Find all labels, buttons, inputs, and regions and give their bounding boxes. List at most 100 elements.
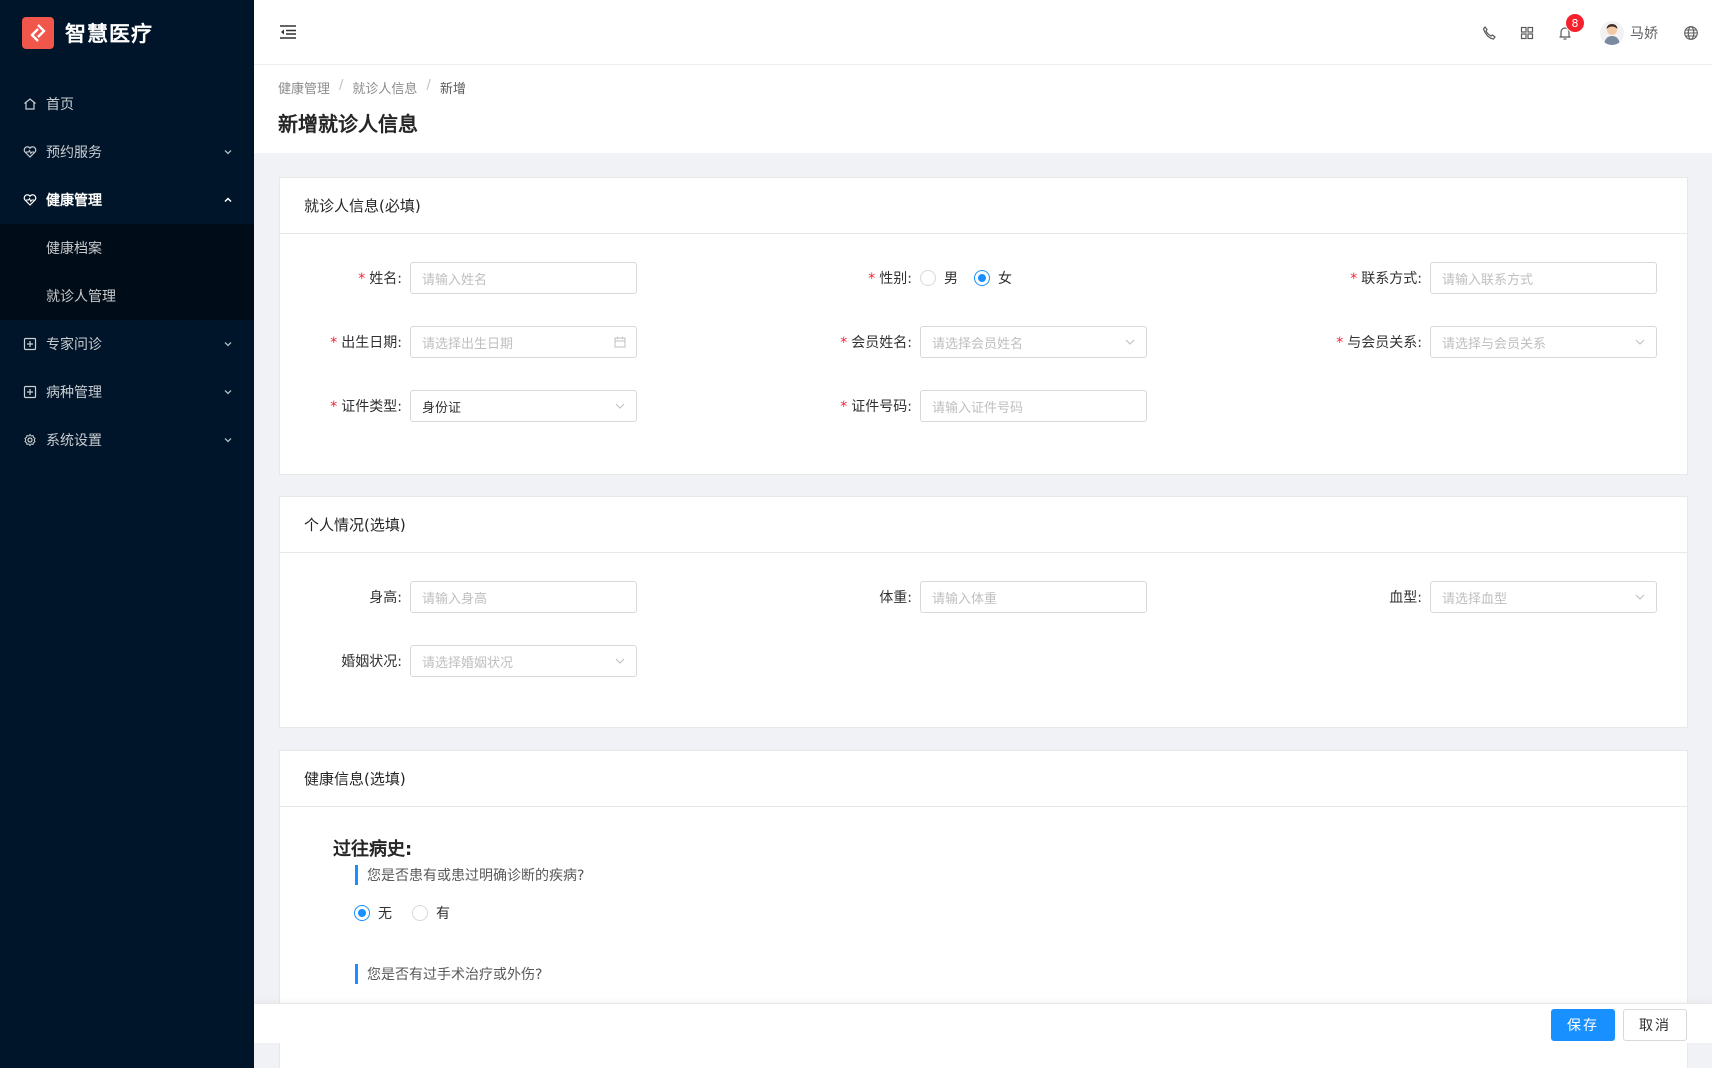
required-mark: * — [330, 399, 338, 415]
chevron-down-icon — [1124, 336, 1136, 348]
field-label: 体重: — [879, 590, 912, 606]
field-label: 婚姻状况: — [341, 654, 402, 670]
sidebar-item-health[interactable]: 健康管理 — [0, 176, 254, 224]
submenu-item-patient-management[interactable]: 就诊人管理 — [0, 272, 254, 320]
field-label: 血型: — [1389, 590, 1422, 606]
logo-icon — [22, 17, 54, 49]
bell-icon[interactable]: 8 — [1556, 12, 1585, 42]
breadcrumb-item[interactable]: 健康管理 — [278, 78, 330, 97]
height-field: 身高: 请输入身高 — [280, 581, 637, 613]
field-label: 与会员关系: — [1347, 335, 1422, 351]
contact-input[interactable]: 请输入联系方式 — [1430, 262, 1657, 294]
sidebar-item-label: 系统设置 — [46, 433, 102, 449]
input-placeholder: 请输入联系方式 — [1442, 272, 1534, 288]
apps-icon[interactable] — [1518, 24, 1536, 42]
field-label: 证件号码: — [851, 399, 912, 415]
gender-radio-male[interactable]: 男 — [920, 268, 958, 288]
menu-fold-icon[interactable] — [278, 22, 298, 42]
required-mark: * — [330, 335, 338, 351]
input-placeholder: 请输入姓名 — [422, 272, 488, 288]
sidebar-menu: 首页 预约服务 健康管理 健康档案 就诊人管理 专家问诊 病种管理 系统设置 — [0, 80, 254, 464]
breadcrumb-separator: / — [339, 78, 344, 93]
breadcrumb-item[interactable]: 就诊人信息 — [352, 78, 417, 97]
field-label: 姓名: — [369, 271, 402, 287]
heart-pulse-icon — [22, 144, 38, 160]
relation-select[interactable]: 请选择与会员关系 — [1430, 326, 1657, 358]
breadcrumb-separator: / — [426, 78, 431, 93]
sidebar-item-consultation[interactable]: 专家问诊 — [0, 320, 254, 368]
health-submenu: 健康档案 就诊人管理 — [0, 224, 254, 320]
heart-pulse-icon — [22, 192, 38, 208]
sidebar: 智慧医疗 首页 预约服务 健康管理 健康档案 就诊人管理 专家问诊 病种管理 系… — [0, 0, 254, 1068]
sidebar-item-label: 首页 — [46, 97, 74, 113]
name-input[interactable]: 请输入姓名 — [410, 262, 637, 294]
chevron-down-icon — [222, 386, 234, 398]
id-type-field: * 证件类型: 身份证 — [280, 390, 637, 422]
blood-type-select[interactable]: 请选择血型 — [1430, 581, 1657, 613]
submenu-item-health-records[interactable]: 健康档案 — [0, 224, 254, 272]
chevron-down-icon — [222, 146, 234, 158]
radio-circle — [354, 905, 370, 921]
chevron-down-icon — [614, 655, 626, 667]
name-field: * 姓名: 请输入姓名 — [280, 262, 637, 294]
gear-icon — [22, 432, 38, 448]
radio-circle — [412, 905, 428, 921]
sidebar-item-label: 病种管理 — [46, 385, 102, 401]
input-placeholder: 请选择血型 — [1442, 591, 1508, 607]
field-label: 性别: — [879, 271, 912, 287]
personal-info-card: 个人情况(选填) 身高: 请输入身高 体重: 请输入体重 血型: 请选择血型 婚… — [279, 496, 1688, 728]
radio-label: 有 — [436, 906, 450, 922]
weight-field: 体重: 请输入体重 — [790, 581, 1147, 613]
app-title: 智慧医疗 — [65, 22, 153, 46]
relation-field: * 与会员关系: 请选择与会员关系 — [1300, 326, 1657, 358]
chevron-down-icon — [1634, 591, 1646, 603]
breadcrumb: 健康管理 / 就诊人信息 / 新增 — [278, 78, 1712, 97]
globe-icon[interactable] — [1682, 24, 1700, 42]
gender-field: * 性别: 男 女 — [790, 262, 1028, 294]
page-header: 健康管理 / 就诊人信息 / 新增 新增就诊人信息 — [254, 65, 1712, 153]
radio-circle — [920, 270, 936, 286]
cancel-button[interactable]: 取消 — [1623, 1009, 1687, 1041]
id-type-select[interactable]: 身份证 — [410, 390, 637, 422]
birthdate-picker[interactable]: 请选择出生日期 — [410, 326, 637, 358]
sidebar-item-home[interactable]: 首页 — [0, 80, 254, 128]
sidebar-item-settings[interactable]: 系统设置 — [0, 416, 254, 464]
card-title: 健康信息(选填) — [280, 751, 1687, 807]
required-mark: * — [868, 271, 876, 287]
chevron-down-icon — [1634, 336, 1646, 348]
plus-square-icon — [22, 336, 38, 352]
id-number-input[interactable]: 请输入证件号码 — [920, 390, 1147, 422]
height-input[interactable]: 请输入身高 — [410, 581, 637, 613]
chevron-down-icon — [614, 400, 626, 412]
weight-input[interactable]: 请输入体重 — [920, 581, 1147, 613]
required-mark: * — [840, 399, 848, 415]
logo[interactable]: 智慧医疗 — [0, 0, 254, 66]
sidebar-item-disease[interactable]: 病种管理 — [0, 368, 254, 416]
sidebar-item-label: 预约服务 — [46, 145, 102, 161]
field-label: 证件类型: — [341, 399, 402, 415]
input-placeholder: 请输入身高 — [422, 591, 488, 607]
contact-field: * 联系方式: 请输入联系方式 — [1300, 262, 1657, 294]
required-mark: * — [1336, 335, 1344, 351]
input-placeholder: 请选择出生日期 — [422, 336, 514, 352]
phone-icon[interactable] — [1480, 24, 1498, 42]
marital-select[interactable]: 请选择婚姻状况 — [410, 645, 637, 677]
input-placeholder: 请选择与会员关系 — [1442, 336, 1547, 352]
required-mark: * — [358, 271, 366, 287]
disease-radio-yes[interactable]: 有 — [412, 903, 450, 923]
marital-field: 婚姻状况: 请选择婚姻状况 — [280, 645, 637, 677]
radio-label: 女 — [998, 271, 1012, 287]
notification-badge: 8 — [1565, 12, 1585, 33]
sidebar-item-appointment[interactable]: 预约服务 — [0, 128, 254, 176]
gender-radio-female[interactable]: 女 — [974, 268, 1012, 288]
member-name-select[interactable]: 请选择会员姓名 — [920, 326, 1147, 358]
radio-label: 男 — [944, 271, 958, 287]
header-actions: 8 马娇 — [1480, 0, 1712, 65]
disease-radio-no[interactable]: 无 — [354, 903, 392, 923]
card-title: 个人情况(选填) — [280, 497, 1687, 553]
field-label: 联系方式: — [1361, 271, 1422, 287]
select-value: 身份证 — [422, 400, 462, 416]
required-mark: * — [840, 335, 848, 351]
user-menu[interactable]: 马娇 — [1600, 20, 1658, 45]
save-button[interactable]: 保存 — [1551, 1009, 1615, 1041]
